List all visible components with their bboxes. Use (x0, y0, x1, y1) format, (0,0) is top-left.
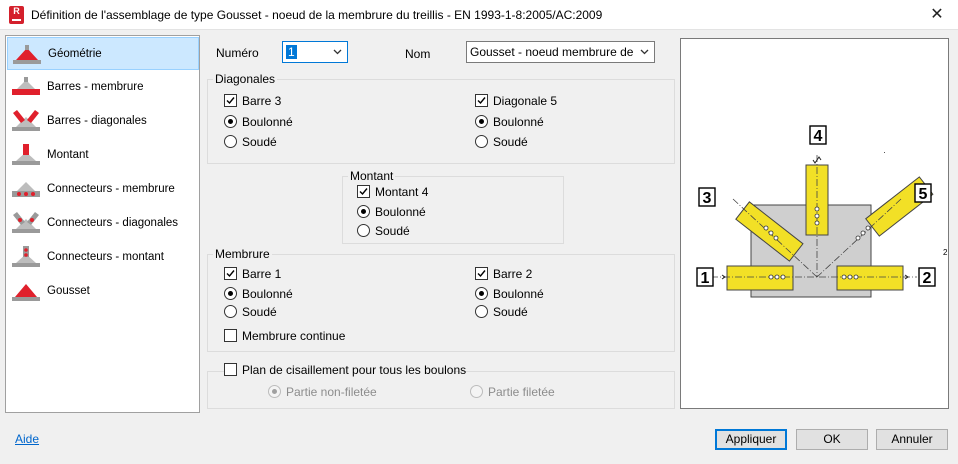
diagonal-bars-icon (12, 110, 40, 131)
nav-item-barres-diagonales[interactable]: Barres - diagonales (7, 105, 199, 138)
barre-2-label: Barre 2 (493, 267, 533, 281)
checkmark-icon (477, 270, 486, 278)
montant-4-label: Montant 4 (375, 185, 429, 199)
chevron-down-icon (640, 49, 649, 55)
label-5: 5 (919, 186, 928, 203)
nav-item-geometrie[interactable]: Géométrie (7, 37, 199, 70)
radio-label: Partie non-filetée (286, 385, 377, 399)
radio-label: Boulonné (242, 287, 293, 301)
label-2: 2 (923, 270, 932, 287)
radio-label: Boulonné (493, 115, 544, 129)
gusset-geometry-icon (13, 45, 41, 64)
nav-item-label: Barres - membrure (47, 81, 144, 93)
title-bar: R Définition de l'assemblage de type Gou… (0, 0, 958, 30)
nav-item-barres-membrure[interactable]: Barres - membrure (7, 71, 199, 104)
radio-label: Soudé (493, 135, 528, 149)
diagonale-5-label: Diagonale 5 (493, 94, 558, 108)
barre-1-label: Barre 1 (242, 267, 282, 281)
checkmark-icon (226, 97, 235, 105)
membrure-continue-label: Membrure continue (242, 329, 346, 343)
chord-connectors-icon (12, 182, 40, 197)
nav-item-label: Gousset (47, 285, 90, 297)
radio-label: Soudé (242, 135, 277, 149)
connection-preview: 1 2 3 4 5 2 (680, 38, 949, 409)
apply-button[interactable]: Appliquer (715, 429, 787, 450)
nav-item-label: Connecteurs - diagonales (47, 217, 179, 229)
stray-mark: 2 (943, 248, 948, 257)
help-link[interactable]: Aide (15, 432, 39, 446)
barre-3-label: Barre 3 (242, 94, 282, 108)
radio-label: Boulonné (242, 115, 293, 129)
app-logo-icon: R (9, 6, 24, 24)
radio-label: Partie filetée (488, 385, 555, 399)
cancel-button[interactable]: Annuler (876, 429, 948, 450)
nav-item-label: Connecteurs - membrure (47, 183, 175, 195)
nav-item-label: Barres - diagonales (47, 115, 147, 127)
diagonales-group-label: Diagonales (213, 72, 278, 86)
nav-item-label: Montant (47, 149, 89, 161)
chord-bars-icon (12, 77, 40, 95)
radio-label: Boulonné (375, 205, 426, 219)
nav-item-connecteurs-diagonales[interactable]: Connecteurs - diagonales (7, 207, 199, 240)
nom-select[interactable]: Gousset - noeud membrure de treilli (466, 41, 655, 63)
nom-label: Nom (405, 47, 431, 61)
membrure-group-label: Membrure (213, 247, 272, 261)
montant-group-label: Montant (348, 169, 396, 183)
nav-item-label: Connecteurs - montant (47, 251, 164, 263)
nom-value: Gousset - noeud membrure de treilli (470, 45, 636, 59)
label-1: 1 (701, 270, 710, 287)
gusset-diagram: 1 2 3 4 5 2 (696, 125, 948, 298)
shear-plane-label: Plan de cisaillement pour tous les boulo… (242, 363, 467, 377)
diagonal-connectors-icon (12, 212, 40, 233)
nav-item-gousset[interactable]: Gousset (7, 275, 199, 308)
numero-label: Numéro (216, 46, 259, 60)
radio-label: Soudé (493, 305, 528, 319)
numero-value: 1 (286, 45, 297, 59)
window-title: Définition de l'assemblage de type Gouss… (31, 8, 603, 22)
member-2 (836, 265, 904, 291)
close-icon[interactable]: ✕ (926, 4, 948, 26)
radio-label: Boulonné (493, 287, 544, 301)
post-connectors-icon (12, 246, 40, 267)
ok-button[interactable]: OK (796, 429, 868, 450)
gusset-plate-icon (12, 284, 40, 301)
radio-label: Soudé (242, 305, 277, 319)
checkmark-icon (359, 188, 368, 196)
label-4: 4 (814, 128, 823, 145)
chevron-down-icon (333, 49, 342, 55)
radio-label: Soudé (375, 224, 410, 238)
checkmark-icon (477, 97, 486, 105)
label-3: 3 (703, 190, 712, 207)
nav-item-montant[interactable]: Montant (7, 139, 199, 172)
vertical-post-icon (12, 144, 40, 165)
section-list: Géométrie Barres - membrure Barres - dia… (5, 35, 200, 413)
nav-item-connecteurs-montant[interactable]: Connecteurs - montant (7, 241, 199, 274)
nav-item-connecteurs-membrure[interactable]: Connecteurs - membrure (7, 173, 199, 206)
nav-item-label: Géométrie (48, 48, 102, 60)
shear-plane-checkbox[interactable]: Plan de cisaillement pour tous les boulo… (224, 362, 466, 378)
numero-select[interactable]: 1 (282, 41, 348, 63)
checkmark-icon (226, 270, 235, 278)
